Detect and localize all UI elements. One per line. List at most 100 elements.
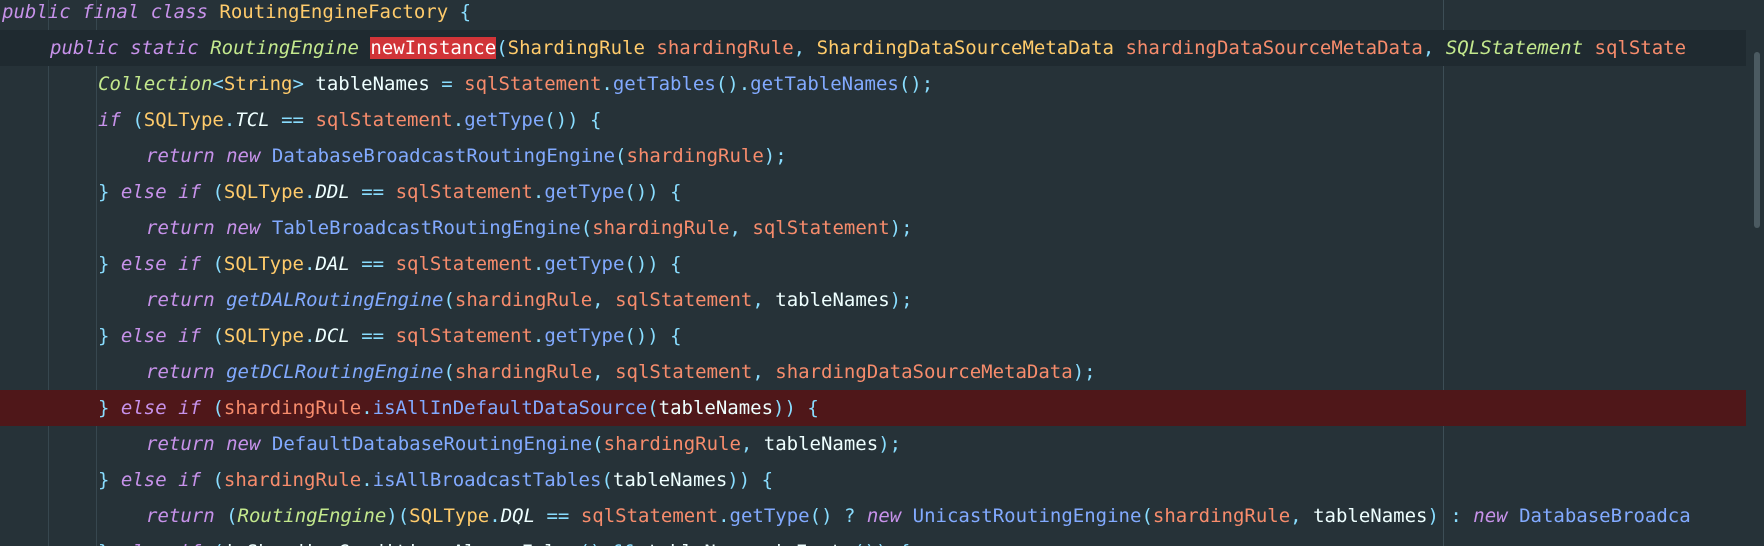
code-line[interactable]: return getDALRoutingEngine(shardingRule,… — [0, 282, 1746, 318]
code-token: final — [82, 1, 140, 23]
code-token: = — [441, 73, 453, 95]
code-line-text: if (SQLType.TCL == sqlStatement.getType(… — [98, 102, 602, 138]
code-line-text: } else if (SQLType.DDL == sqlStatement.g… — [98, 174, 682, 210]
code-line[interactable]: } else if (SQLType.DCL == sqlStatement.g… — [0, 318, 1746, 354]
code-token: (). — [715, 73, 751, 95]
code-token: sqlStatement — [395, 325, 533, 347]
code-token: shardingRule — [454, 289, 593, 311]
code-token: isAllInDefaultDataSource — [372, 397, 648, 419]
code-token: isShardingConditionsAlwaysFalse — [224, 541, 579, 546]
code-token: sqlStatement — [580, 505, 719, 527]
code-token: , — [1422, 37, 1435, 59]
code-token: return — [146, 217, 215, 239]
code-token: . — [304, 325, 316, 347]
code-editor[interactable]: public final class RoutingEngineFactory … — [0, 0, 1764, 546]
code-line[interactable]: } else if (shardingRule.isAllInDefaultDa… — [0, 390, 1746, 426]
code-token: { — [670, 253, 682, 275]
code-token: tableNames — [763, 289, 890, 311]
code-token: shardingRule — [223, 469, 362, 491]
code-token: == — [281, 109, 304, 131]
code-token: new — [226, 145, 261, 167]
code-token: else — [120, 253, 167, 275]
scrollbar-thumb[interactable] — [1754, 52, 1760, 228]
code-token: DAL — [315, 253, 350, 275]
code-line[interactable]: public final class RoutingEngineFactory … — [0, 0, 1746, 30]
code-token: ( — [212, 541, 223, 546]
code-token: } — [98, 253, 110, 275]
code-token: ); — [1072, 361, 1096, 383]
code-line[interactable]: return new TableBroadcastRoutingEngine(s… — [0, 210, 1746, 246]
code-token: , — [592, 361, 604, 383]
code-token: < — [212, 73, 224, 95]
code-line[interactable]: } else if (shardingRule.isAllBroadcastTa… — [0, 462, 1746, 498]
code-token: if — [178, 181, 202, 203]
vertical-scrollbar[interactable] — [1746, 0, 1764, 546]
code-line[interactable]: return new DatabaseBroadcastRoutingEngin… — [0, 138, 1746, 174]
code-line-text: } else if (isShardingConditionsAlwaysFal… — [98, 534, 910, 546]
code-token: getType — [464, 109, 545, 131]
code-token: return — [146, 361, 215, 383]
code-token: . — [361, 397, 373, 419]
code-token: } — [98, 325, 110, 347]
code-token: { — [899, 541, 910, 546]
code-token: ( — [1141, 505, 1153, 527]
code-token: ( — [212, 325, 224, 347]
code-line[interactable]: } else if (isShardingConditionsAlwaysFal… — [0, 534, 1746, 546]
code-line[interactable]: return (RoutingEngine)(SQLType.DQL == sq… — [0, 498, 1746, 534]
code-token: Collection — [98, 73, 213, 95]
code-line[interactable]: public static RoutingEngine newInstance(… — [0, 30, 1746, 66]
code-token: , — [1290, 505, 1302, 527]
code-token: } — [98, 397, 110, 419]
code-line[interactable]: } else if (SQLType.DAL == sqlStatement.g… — [0, 246, 1746, 282]
code-token: DQL — [500, 505, 536, 527]
code-token: )( — [386, 505, 410, 527]
code-line-text: return (RoutingEngine)(SQLType.DQL == sq… — [146, 498, 1691, 534]
code-token: SQLType — [409, 505, 490, 527]
code-token: { — [670, 181, 682, 203]
code-token: () — [579, 541, 602, 546]
code-line[interactable]: } else if (SQLType.DDL == sqlStatement.g… — [0, 174, 1746, 210]
code-token: . — [718, 505, 730, 527]
code-line[interactable]: Collection<String> tableNames = sqlState… — [0, 66, 1746, 102]
code-line[interactable]: if (SQLType.TCL == sqlStatement.getType(… — [0, 102, 1746, 138]
code-token: shardingDataSourceMetaData — [1125, 37, 1423, 59]
code-token: shardingRule — [603, 433, 741, 455]
code-token: ( — [212, 253, 224, 275]
code-token: (); — [898, 73, 934, 95]
code-token: ShardingRule — [507, 37, 645, 59]
code-token: , — [729, 217, 741, 239]
code-token: ( — [132, 109, 144, 131]
code-token: ( — [580, 217, 593, 239]
code-token: == — [361, 181, 385, 203]
code-token: UnicastRoutingEngine — [912, 505, 1142, 527]
code-line[interactable]: return getDCLRoutingEngine(shardingRule,… — [0, 354, 1746, 390]
code-token: DefaultDatabaseRoutingEngine — [271, 433, 593, 455]
code-line-text: return getDCLRoutingEngine(shardingRule,… — [146, 354, 1096, 390]
code-token: return — [146, 433, 215, 455]
code-line[interactable]: return new DefaultDatabaseRoutingEngine(… — [0, 426, 1746, 462]
code-token: . — [452, 109, 465, 131]
code-token: class — [150, 1, 208, 23]
code-token: ); — [878, 433, 902, 455]
code-token: if — [178, 541, 201, 546]
code-token: shardingRule — [626, 145, 764, 167]
code-token: ShardingDataSourceMetaData — [816, 37, 1114, 59]
code-token: String — [223, 73, 293, 95]
code-line-text: } else if (shardingRule.isAllBroadcastTa… — [98, 462, 773, 498]
